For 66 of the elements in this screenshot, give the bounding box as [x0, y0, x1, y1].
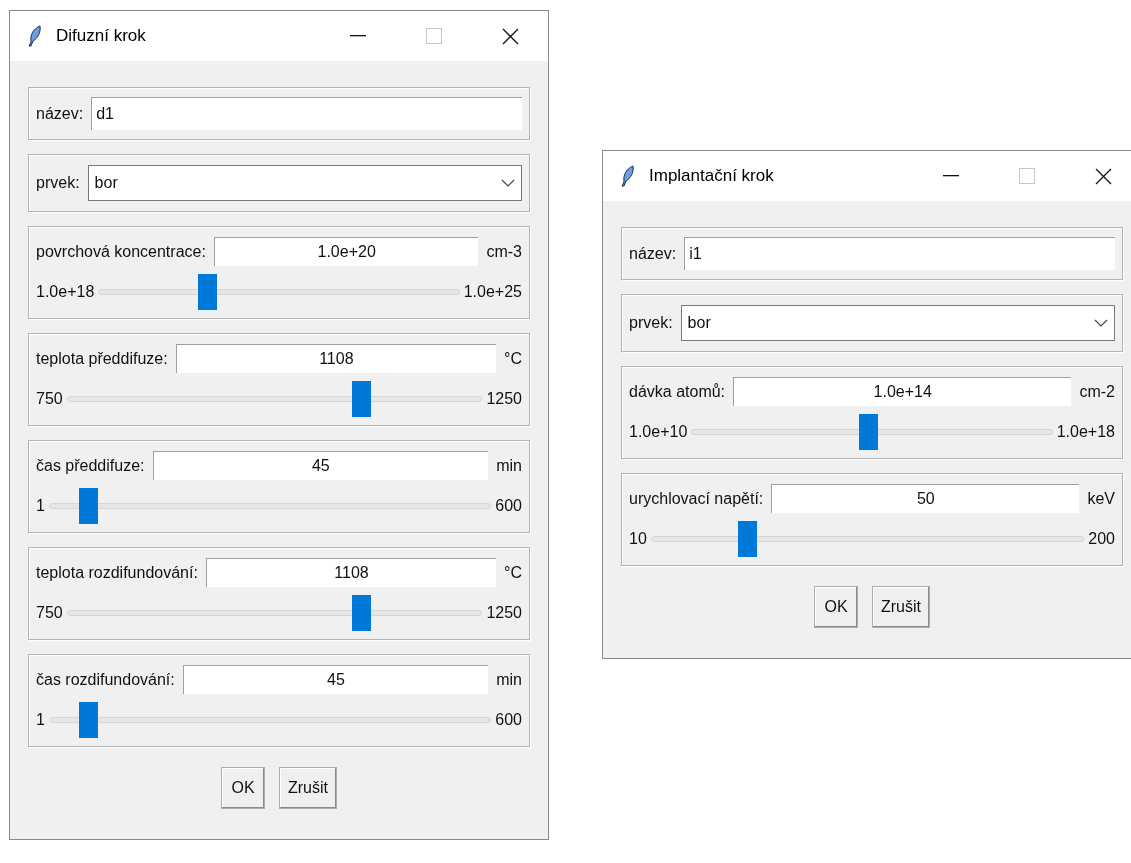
value-field[interactable]: 50 [771, 484, 1080, 513]
maximize-icon [1019, 168, 1035, 184]
unit-label: min [496, 455, 522, 476]
value-field[interactable]: 1.0e+20 [213, 237, 479, 266]
slider-thumb[interactable] [198, 274, 217, 310]
value-field[interactable]: 45 [182, 665, 489, 694]
feather-icon [28, 25, 42, 47]
maximize-icon [426, 28, 442, 44]
slider-thumb[interactable] [79, 702, 99, 738]
field-label: teplota rozdifundování: [36, 562, 198, 583]
window-title: Difuzní krok [56, 25, 146, 48]
slider-thumb[interactable] [859, 414, 879, 450]
feather-icon [621, 165, 635, 187]
dialog-button[interactable]: Zrušit [872, 586, 930, 628]
field-label: čas předdifuze: [36, 455, 145, 476]
unit-label: °C [504, 562, 522, 583]
element-dropdown[interactable]: bor [680, 305, 1115, 341]
field-label: povrchová koncentrace: [36, 241, 206, 262]
max-label: 1250 [486, 389, 522, 409]
max-label: 1.0e+18 [1056, 422, 1115, 442]
min-label: 10 [629, 529, 647, 549]
value-field[interactable]: 1108 [175, 344, 497, 373]
max-label: 600 [495, 710, 522, 730]
slider-thumb[interactable] [79, 488, 99, 524]
minimize-icon [350, 35, 366, 37]
chevron-down-icon [501, 179, 515, 187]
min-label: 750 [36, 389, 63, 409]
name-field[interactable]: i1 [684, 237, 1115, 270]
dialog-button[interactable]: OK [221, 767, 265, 809]
field-label: teplota předdifuze: [36, 348, 168, 369]
close-icon [1094, 167, 1112, 185]
field-label: urychlovací napětí: [629, 488, 764, 509]
value-field[interactable]: 1.0e+14 [733, 377, 1072, 406]
max-label: 1250 [486, 603, 522, 623]
slider-thumb[interactable] [738, 521, 758, 557]
dialog-button[interactable]: Zrušit [279, 767, 337, 809]
field-label: název: [36, 103, 84, 124]
min-label: 1.0e+10 [629, 422, 688, 442]
name-field[interactable]: d1 [91, 97, 522, 130]
dialog-button[interactable]: OK [814, 586, 858, 628]
value-field[interactable]: 1108 [205, 558, 497, 587]
unit-label: cm-3 [486, 241, 522, 262]
field-label: název: [629, 243, 677, 264]
window-title: Implantační krok [649, 165, 774, 188]
min-label: 1 [36, 496, 45, 516]
chevron-down-icon [1094, 319, 1108, 327]
field-label: čas rozdifundování: [36, 669, 175, 690]
max-label: 200 [1088, 529, 1115, 549]
min-label: 1 [36, 710, 45, 730]
unit-label: cm-2 [1079, 381, 1115, 402]
slider-thumb[interactable] [351, 595, 371, 631]
field-label: prvek: [36, 173, 80, 193]
unit-label: min [496, 669, 522, 690]
unit-label: °C [504, 348, 522, 369]
close-icon [501, 27, 519, 45]
slider-thumb[interactable] [351, 381, 371, 417]
element-dropdown[interactable]: bor [87, 165, 522, 201]
value-field[interactable]: 45 [152, 451, 489, 480]
max-label: 1.0e+25 [463, 282, 522, 302]
field-label: prvek: [629, 313, 673, 333]
min-label: 1.0e+18 [36, 282, 95, 302]
unit-label: keV [1087, 488, 1115, 509]
max-label: 600 [495, 496, 522, 516]
minimize-icon [943, 175, 959, 177]
field-label: dávka atomů: [629, 381, 726, 402]
min-label: 750 [36, 603, 63, 623]
